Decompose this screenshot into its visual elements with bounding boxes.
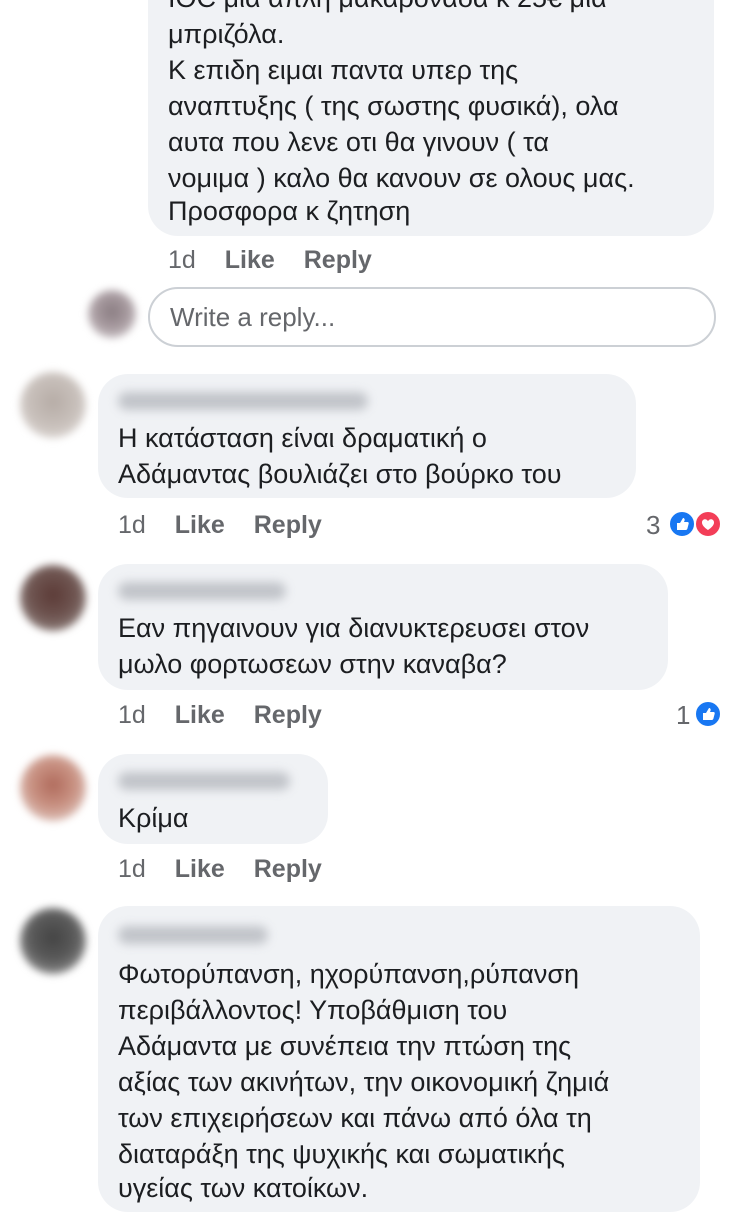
comment-text-line: αναπτυξης ( της σωστης φυσικά), ολα [168, 91, 619, 121]
comment-text-line: αυτα που λενε οτι θα γινουν ( τα [168, 127, 549, 157]
comment-text-line: Αδάμαντας βουλιάζει στο βούρκο του [118, 459, 562, 489]
comment-actions: 1d Like Reply [118, 854, 322, 884]
comment-text-line: Κρίμα [118, 803, 189, 833]
commenter-name-blurred [118, 392, 368, 410]
comment-actions: 1d Like Reply [168, 245, 372, 275]
comment-text-line: νομιμα ) καλο θα κανουν σε ολους μας. [168, 163, 635, 193]
comment-text-line: μωλο φορτωσεων στην καναβα? [118, 649, 507, 679]
comment-timestamp: 1d [168, 246, 196, 274]
commenter-name-blurred [118, 772, 290, 790]
comment-text-line: των επιχειρήσεων και πάνω από όλα τη [118, 1103, 592, 1133]
avatar [20, 755, 86, 821]
like-button[interactable]: Like [175, 855, 225, 883]
comment-text-line: Φωτορύπανση, ηχορύπανση,ρύπανση [118, 959, 580, 989]
reply-button[interactable]: Reply [254, 701, 322, 729]
comment-text-line: Αδάμαντα με συνέπεια την πτώση της [118, 1031, 572, 1061]
reply-button[interactable]: Reply [254, 855, 322, 883]
commenter-name-blurred [118, 582, 286, 600]
reply-input[interactable] [148, 287, 716, 347]
comment-text-line: Η κατάσταση είναι δραματική ο [118, 423, 487, 453]
reaction-count[interactable]: 1 [676, 700, 690, 730]
love-reaction-icon [694, 510, 722, 538]
comment-timestamp: 1d [118, 511, 146, 539]
reply-button[interactable]: Reply [254, 511, 322, 539]
comment-text-line: Κ επιδη ειμαι παντα υπερ της [168, 55, 519, 85]
like-reaction-icon [694, 700, 722, 728]
like-button[interactable]: Like [225, 246, 275, 274]
comment-timestamp: 1d [118, 855, 146, 883]
comment-text-line: αξίας των ακινήτων, την οικονομική ζημιά [118, 1067, 610, 1097]
commenter-name-blurred [118, 926, 268, 944]
comment-text-line: Προσφορα κ ζητηση [168, 196, 411, 226]
reaction-count[interactable]: 3 [646, 510, 660, 540]
comment-text-line: διαταράξη της ψυχικής και σωματικής [118, 1139, 565, 1169]
like-button[interactable]: Like [175, 701, 225, 729]
avatar [88, 290, 136, 338]
like-button[interactable]: Like [175, 511, 225, 539]
avatar [20, 565, 86, 631]
comment-text-line: υγείας των κατοίκων. [118, 1173, 369, 1203]
comment-timestamp: 1d [118, 701, 146, 729]
avatar [20, 908, 86, 974]
like-reaction-icon [668, 510, 696, 538]
comment-actions: 1d Like Reply [118, 700, 322, 730]
comment-actions: 1d Like Reply [118, 510, 322, 540]
reply-button[interactable]: Reply [304, 246, 372, 274]
comment-text-line: ΙΟC μια απλη μακαροναδα κ 25€ μια [168, 0, 607, 17]
comment-text-line: περιβάλλοντος! Υποβάθμιση του [118, 995, 508, 1025]
avatar [20, 372, 86, 438]
comment-text-line: Εαν πηγαινουν για διανυκτερευσει στον [118, 613, 590, 643]
comment-text-line: μπριζόλα. [168, 19, 285, 49]
